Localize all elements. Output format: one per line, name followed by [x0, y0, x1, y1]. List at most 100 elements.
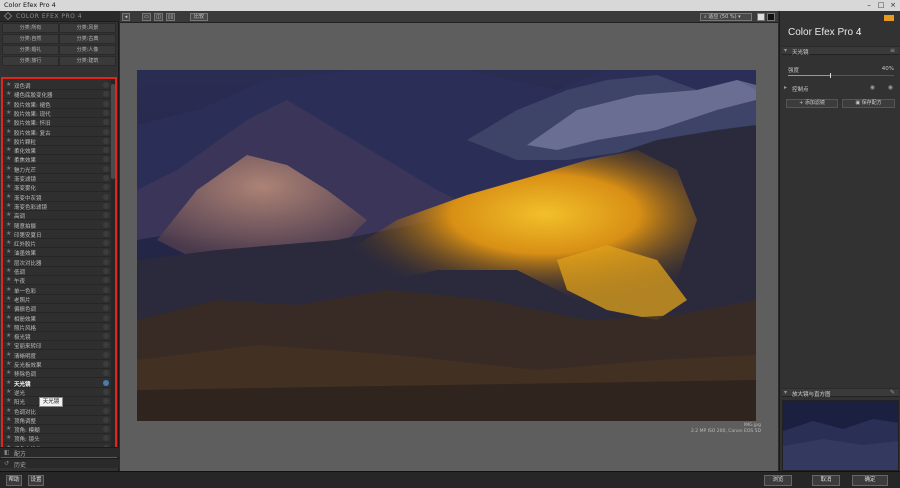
filter-item[interactable]: ★ 红外胶片 — [3, 239, 111, 249]
favorite-star-icon[interactable]: ★ — [6, 202, 11, 209]
strength-slider[interactable] — [788, 73, 894, 78]
favorite-star-icon[interactable]: ★ — [6, 304, 11, 311]
favorite-star-icon[interactable]: ★ — [6, 100, 11, 107]
filter-item[interactable]: ★ 印第安夏日 — [3, 230, 111, 239]
cancel-button[interactable]: 取消 — [812, 475, 840, 486]
filter-item[interactable]: ★ 胶片效果: 褪色 — [3, 100, 111, 109]
favorite-star-icon[interactable]: ★ — [6, 379, 11, 386]
close-icon[interactable]: × — [888, 1, 898, 9]
filter-item[interactable]: ★ 天光镜 — [3, 379, 111, 388]
remove-control-point-icon[interactable]: ◉ — [888, 84, 893, 91]
filter-item[interactable]: ★ 胶片效果: 现代 — [3, 109, 111, 118]
category-button[interactable]: 分类:人像 — [59, 45, 116, 55]
favorite-star-icon[interactable]: ★ — [6, 323, 11, 330]
favorite-star-icon[interactable]: ★ — [6, 267, 11, 274]
favorite-star-icon[interactable]: ★ — [6, 118, 11, 125]
favorite-star-icon[interactable]: ★ — [6, 137, 11, 144]
filter-item[interactable]: ★ 柔焦效果 — [3, 155, 111, 165]
category-button[interactable]: 分类:婚礼 — [2, 45, 59, 55]
add-control-point-icon[interactable]: ◉ — [870, 84, 875, 91]
filter-item[interactable]: ★ 极光镜 — [3, 332, 111, 342]
filter-item[interactable]: ★ 顶角: 模糊 — [3, 425, 111, 435]
scrollbar-thumb[interactable] — [111, 84, 115, 179]
favorite-star-icon[interactable]: ★ — [6, 230, 11, 237]
collapse-icon[interactable]: ▾ — [784, 47, 787, 54]
single-view-button[interactable]: ▭ — [142, 13, 151, 21]
favorite-star-icon[interactable]: ★ — [6, 434, 11, 441]
favorite-star-icon[interactable]: ★ — [6, 146, 11, 153]
history-tab[interactable]: ↺ 历史 — [0, 458, 119, 469]
expand-icon[interactable]: ▸ — [784, 84, 787, 91]
favorite-star-icon[interactable]: ★ — [6, 388, 11, 395]
filter-item[interactable]: ★ 渐变滤镜 — [3, 174, 111, 183]
filter-item[interactable]: ★ 照片风格 — [3, 323, 111, 332]
favorite-star-icon[interactable]: ★ — [6, 183, 11, 190]
collapse-icon[interactable]: ▾ — [784, 389, 787, 396]
filter-item[interactable]: ★ 柔化效果 — [3, 146, 111, 156]
favorite-star-icon[interactable]: ★ — [6, 165, 11, 172]
filter-item[interactable]: ★ 逆光 — [3, 388, 111, 397]
filter-item[interactable]: ★ 随意拍摄 — [3, 221, 111, 230]
favorite-star-icon[interactable]: ★ — [6, 211, 11, 218]
loupe-preview[interactable] — [782, 400, 899, 471]
filter-item[interactable]: ★ 老照片 — [3, 295, 111, 304]
filter-item[interactable]: ★ 清晰明度 — [3, 351, 111, 360]
favorite-star-icon[interactable]: ★ — [6, 128, 11, 135]
filter-section-header[interactable]: ▾ 天光镜 ≡ — [782, 46, 899, 56]
split-view-button[interactable]: ◫ — [154, 13, 163, 21]
filter-item[interactable]: ★ 双色调 — [3, 81, 111, 90]
filter-list-scrollbar[interactable] — [111, 79, 115, 456]
favorite-star-icon[interactable]: ★ — [6, 407, 11, 414]
filter-item[interactable]: ★ 反光板效果 — [3, 360, 111, 369]
add-filter-button[interactable]: + 添加滤镜 — [786, 99, 838, 108]
favorite-star-icon[interactable]: ★ — [6, 239, 11, 246]
zoom-select[interactable]: ⌕ 适应 (50 %) ▾ — [700, 13, 752, 21]
background-white-button[interactable] — [757, 13, 765, 21]
favorite-star-icon[interactable]: ★ — [6, 295, 11, 302]
favorite-star-icon[interactable]: ★ — [6, 314, 11, 321]
filter-item[interactable]: ★ 高调 — [3, 211, 111, 221]
favorite-star-icon[interactable]: ★ — [6, 90, 11, 97]
filter-item[interactable]: ★ 魅力光芒 — [3, 165, 111, 174]
help-button[interactable]: 帮助 — [6, 475, 22, 486]
strength-slider-handle[interactable] — [830, 73, 832, 78]
filter-item[interactable]: ★ 低调 — [3, 267, 111, 276]
browse-button[interactable]: 浏览 — [764, 475, 792, 486]
filter-item[interactable]: ★ 渐变色彩滤镜 — [3, 202, 111, 211]
filter-item[interactable]: ★ 渐变雾化 — [3, 183, 111, 193]
category-button[interactable]: 分类:所有 — [2, 23, 59, 33]
settings-button[interactable]: 设置 — [28, 475, 44, 486]
filter-item[interactable]: ★ 偏振色调 — [3, 304, 111, 314]
favorite-star-icon[interactable]: ★ — [6, 332, 11, 339]
favorite-star-icon[interactable]: ★ — [6, 258, 11, 265]
filter-item[interactable]: ★ 胶片效果: 怀旧 — [3, 118, 111, 128]
filter-item[interactable]: ★ 午夜 — [3, 276, 111, 286]
loupe-section-header[interactable]: ▾ 放大镜与直方图 ✎ — [782, 388, 899, 398]
filter-item[interactable]: ★ 油墨效果 — [3, 248, 111, 258]
favorite-star-icon[interactable]: ★ — [6, 109, 11, 116]
filter-menu-icon[interactable]: ≡ — [890, 47, 895, 54]
favorite-star-icon[interactable]: ★ — [6, 174, 11, 181]
filter-item[interactable]: ★ 顶角: 镜头 — [3, 434, 111, 444]
maximize-icon[interactable]: □ — [876, 1, 886, 9]
favorite-star-icon[interactable]: ★ — [6, 369, 11, 376]
favorite-star-icon[interactable]: ★ — [6, 351, 11, 358]
filter-item[interactable]: ★ 胶片颗粒 — [3, 137, 111, 146]
category-button[interactable]: 分类:旅行 — [2, 56, 59, 66]
filter-item[interactable]: ★ 顶角调整 — [3, 416, 111, 425]
panel-toggle-button[interactable]: ◂ — [122, 13, 130, 21]
favorite-star-icon[interactable]: ★ — [6, 193, 11, 200]
side-by-side-button[interactable]: ▯▯ — [166, 13, 175, 21]
filter-item[interactable]: ★ 层次对比器 — [3, 258, 111, 267]
filter-item[interactable]: ★ 单一色彩 — [3, 286, 111, 295]
compare-button[interactable]: 比较 — [190, 13, 208, 21]
filter-item[interactable]: ★ 褪色底胶变化器 — [3, 90, 111, 100]
favorite-star-icon[interactable]: ★ — [6, 221, 11, 228]
favorite-star-icon[interactable]: ★ — [6, 248, 11, 255]
category-button[interactable]: 分类:自然 — [2, 34, 59, 44]
favorite-star-icon[interactable]: ★ — [6, 155, 11, 162]
filter-item[interactable]: ★ 色调对比 — [3, 407, 111, 416]
control-points-row[interactable]: ▸ 控制点 ◉ ◉ — [782, 84, 899, 93]
favorite-star-icon[interactable]: ★ — [6, 341, 11, 348]
filter-item[interactable]: ★ 宝丽来转印 — [3, 341, 111, 351]
